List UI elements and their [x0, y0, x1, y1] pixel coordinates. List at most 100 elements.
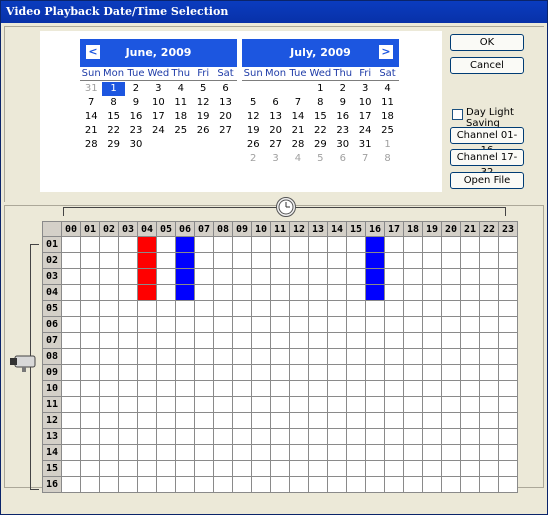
time-slot-cell[interactable] — [194, 284, 214, 301]
calendar-day[interactable]: 30 — [125, 138, 147, 152]
time-slot-cell[interactable] — [232, 284, 252, 301]
time-slot-cell[interactable] — [498, 316, 518, 333]
calendar-day[interactable]: 4 — [287, 152, 309, 166]
time-slot-cell[interactable] — [441, 364, 461, 381]
time-slot-cell[interactable] — [289, 284, 309, 301]
calendar-day[interactable]: 17 — [354, 110, 376, 124]
time-slot-cell[interactable] — [479, 236, 499, 253]
time-slot-cell[interactable] — [156, 476, 176, 493]
time-slot-cell[interactable] — [251, 332, 271, 349]
hour-header[interactable]: 01 — [80, 221, 100, 237]
calendar-day[interactable]: 26 — [242, 138, 264, 152]
time-slot-cell[interactable] — [365, 428, 385, 445]
hour-header[interactable]: 21 — [460, 221, 480, 237]
time-slot-cell[interactable] — [137, 412, 157, 429]
time-slot-cell[interactable] — [441, 332, 461, 349]
calendar-day[interactable]: 27 — [214, 124, 236, 138]
channel-header[interactable]: 12 — [42, 412, 62, 429]
time-slot-cell[interactable] — [384, 252, 404, 269]
time-slot-cell[interactable] — [251, 268, 271, 285]
time-slot-cell[interactable] — [194, 300, 214, 317]
time-slot-cell[interactable] — [175, 300, 195, 317]
time-slot-cell[interactable] — [156, 348, 176, 365]
calendar-day[interactable]: 6 — [332, 152, 354, 166]
time-slot-cell[interactable] — [498, 300, 518, 317]
time-slot-cell[interactable] — [327, 300, 347, 317]
time-slot-cell[interactable] — [460, 300, 480, 317]
hour-header[interactable]: 11 — [270, 221, 290, 237]
channel-header[interactable]: 02 — [42, 252, 62, 269]
calendar-day[interactable]: 25 — [170, 124, 192, 138]
time-slot-cell[interactable] — [403, 284, 423, 301]
time-slot-cell[interactable] — [137, 316, 157, 333]
time-slot-cell[interactable] — [479, 268, 499, 285]
calendar-day[interactable]: 6 — [264, 96, 286, 110]
calendar-day[interactable]: 15 — [309, 110, 331, 124]
time-slot-cell[interactable] — [137, 236, 157, 253]
time-slot-cell[interactable] — [61, 412, 81, 429]
time-slot-cell[interactable] — [251, 252, 271, 269]
time-slot-cell[interactable] — [289, 316, 309, 333]
calendar-day[interactable]: 5 — [309, 152, 331, 166]
time-slot-cell[interactable] — [270, 300, 290, 317]
time-slot-cell[interactable] — [99, 428, 119, 445]
hour-header[interactable]: 20 — [441, 221, 461, 237]
time-slot-cell[interactable] — [384, 460, 404, 477]
time-slot-cell[interactable] — [232, 348, 252, 365]
hour-header[interactable]: 15 — [346, 221, 366, 237]
channel-header[interactable]: 08 — [42, 348, 62, 365]
time-slot-cell[interactable] — [460, 332, 480, 349]
channel-header[interactable]: 14 — [42, 444, 62, 461]
time-slot-cell[interactable] — [61, 252, 81, 269]
time-slot-cell[interactable] — [308, 316, 328, 333]
time-slot-cell[interactable] — [327, 476, 347, 493]
time-slot-cell[interactable] — [175, 412, 195, 429]
time-slot-cell[interactable] — [422, 300, 442, 317]
time-slot-cell[interactable] — [213, 332, 233, 349]
time-slot-cell[interactable] — [441, 236, 461, 253]
time-slot-cell[interactable] — [99, 412, 119, 429]
time-slot-cell[interactable] — [156, 332, 176, 349]
time-slot-cell[interactable] — [251, 380, 271, 397]
time-slot-cell[interactable] — [270, 236, 290, 253]
time-slot-cell[interactable] — [213, 364, 233, 381]
time-slot-cell[interactable] — [365, 412, 385, 429]
time-slot-cell[interactable] — [403, 380, 423, 397]
time-slot-cell[interactable] — [479, 460, 499, 477]
time-slot-cell[interactable] — [194, 268, 214, 285]
time-slot-cell[interactable] — [232, 396, 252, 413]
time-slot-cell[interactable] — [137, 300, 157, 317]
time-slot-cell[interactable] — [327, 428, 347, 445]
time-slot-cell[interactable] — [327, 316, 347, 333]
time-slot-cell[interactable] — [232, 428, 252, 445]
time-slot-cell[interactable] — [213, 428, 233, 445]
time-slot-cell[interactable] — [365, 460, 385, 477]
time-slot-cell[interactable] — [327, 348, 347, 365]
calendar-day[interactable]: 1 — [309, 82, 331, 96]
time-slot-cell[interactable] — [118, 284, 138, 301]
time-slot-cell[interactable] — [346, 364, 366, 381]
time-slot-cell[interactable] — [365, 364, 385, 381]
channel-header[interactable]: 05 — [42, 300, 62, 317]
time-slot-cell[interactable] — [308, 252, 328, 269]
time-slot-cell[interactable] — [118, 460, 138, 477]
time-slot-cell[interactable] — [365, 252, 385, 269]
open-file-button[interactable]: Open File — [450, 172, 524, 189]
time-slot-cell[interactable] — [61, 316, 81, 333]
time-slot-cell[interactable] — [99, 460, 119, 477]
time-slot-cell[interactable] — [422, 380, 442, 397]
day-light-saving-checkbox[interactable] — [452, 109, 463, 120]
time-slot-cell[interactable] — [99, 476, 119, 493]
calendar-day[interactable]: 18 — [376, 110, 398, 124]
calendar-day[interactable]: 18 — [170, 110, 192, 124]
calendar-day[interactable]: 24 — [354, 124, 376, 138]
calendar-day[interactable]: 3 — [264, 152, 286, 166]
time-slot-cell[interactable] — [137, 444, 157, 461]
calendar-day[interactable]: 20 — [264, 124, 286, 138]
time-slot-cell[interactable] — [346, 460, 366, 477]
calendar-day[interactable]: 12 — [192, 96, 214, 110]
hour-header[interactable]: 19 — [422, 221, 442, 237]
time-slot-cell[interactable] — [403, 476, 423, 493]
time-slot-cell[interactable] — [270, 284, 290, 301]
time-slot-cell[interactable] — [118, 428, 138, 445]
